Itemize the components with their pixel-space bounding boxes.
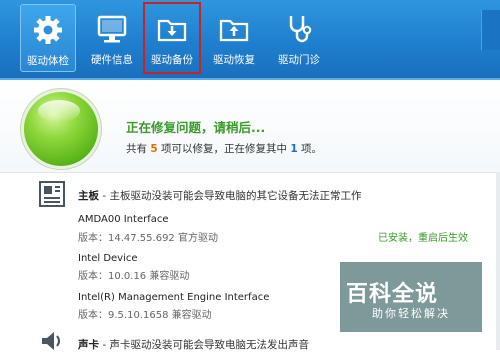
stethoscope-icon xyxy=(289,16,312,43)
device-version: 版本：10.0.16 兼容驱动 xyxy=(78,271,190,282)
tab-label: 驱动体检 xyxy=(27,55,69,67)
tab-driver-restore[interactable]: 驱动恢复 xyxy=(206,4,262,72)
tab-label: 驱动备份 xyxy=(151,54,193,66)
status-current-count: 1 xyxy=(290,143,298,155)
watermark-logo: 百科全说 xyxy=(346,282,439,307)
section-divider xyxy=(0,172,500,173)
tab-driver-backup[interactable]: 驱动备份 xyxy=(143,2,201,74)
device-name: Intel Device xyxy=(78,253,138,264)
device-status: 已安装，重启后生效 xyxy=(378,233,468,244)
category-description: - 声卡驱动没装可能会导致电脑无法发出声音 xyxy=(99,339,309,351)
watermark-tagline: 助你轻松解决 xyxy=(372,307,450,320)
folder-upload-icon xyxy=(219,19,249,42)
tab-driver-checkup[interactable]: 驱动体检 xyxy=(20,4,76,72)
status-total-count: 5 xyxy=(150,143,158,155)
tab-driver-clinic[interactable]: 驱动门诊 xyxy=(271,4,327,72)
motherboard-icon xyxy=(39,181,65,207)
status-middle: 项可以修复，正在修复其中 xyxy=(157,143,291,155)
status-orb-shine xyxy=(38,100,80,122)
main-toolbar: 驱动体检 硬件信息 驱动备份 驱动恢复 驱动门诊 xyxy=(0,0,500,78)
tab-label: 驱动恢复 xyxy=(213,54,255,66)
device-version: 版本：9.5.10.1658 兼容驱动 xyxy=(78,310,212,321)
tab-label: 硬件信息 xyxy=(91,54,133,66)
repair-status-panel: 正在修复问题，请稍后... 共有 5 项可以修复，正在修复其中 1 项。 xyxy=(0,80,500,172)
status-suffix: 项。 xyxy=(297,143,322,155)
speaker-icon xyxy=(42,332,60,350)
device-version: 版本：14.47.55.692 官方驱动 xyxy=(78,233,218,244)
category-name: 声卡 xyxy=(78,339,99,351)
status-title: 正在修复问题，请稍后... xyxy=(126,120,266,135)
gear-icon xyxy=(34,16,62,44)
window-edge-panel xyxy=(481,10,500,50)
folder-download-icon xyxy=(157,19,187,42)
scrollbar-track[interactable] xyxy=(496,172,500,350)
tab-hardware-info[interactable]: 硬件信息 xyxy=(84,4,140,72)
tab-label: 驱动门诊 xyxy=(278,54,320,66)
monitor-icon xyxy=(97,15,127,43)
category-description: - 主板驱动没装可能会导致电脑的其它设备无法正常工作 xyxy=(99,190,362,202)
device-name: Intel(R) Management Engine Interface xyxy=(78,292,270,303)
category-name: 主板 xyxy=(78,190,99,202)
status-summary: 共有 5 项可以修复，正在修复其中 1 项。 xyxy=(126,141,322,156)
category-motherboard: 主板 - 主板驱动没装可能会导致电脑的其它设备无法正常工作 xyxy=(78,188,361,203)
device-name: AMDA00 Interface xyxy=(78,214,169,225)
status-prefix: 共有 xyxy=(126,143,151,155)
